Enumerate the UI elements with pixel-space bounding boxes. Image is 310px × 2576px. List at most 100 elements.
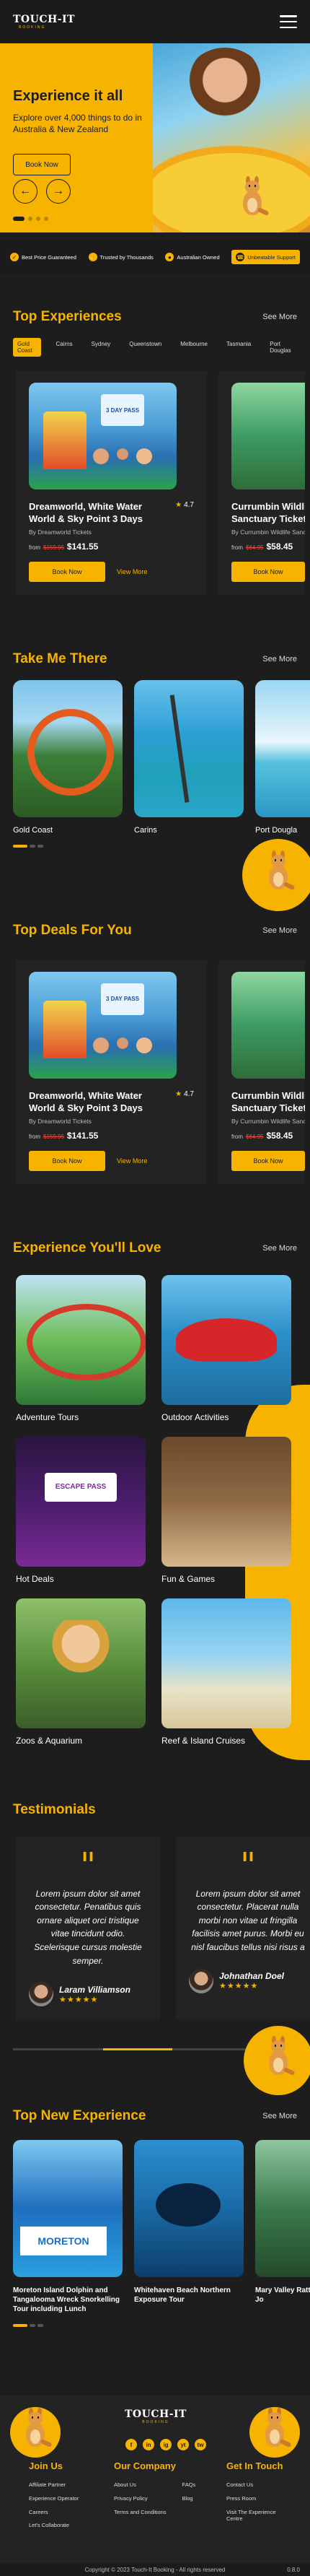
hero-slide-dots	[13, 217, 48, 221]
current-price: $58.45	[266, 541, 293, 552]
slide-dot[interactable]	[13, 217, 25, 221]
category-card[interactable]: Fun & Games	[161, 1436, 291, 1584]
footer-logo[interactable]: TOUCH-IT BOOKING	[120, 2409, 192, 2424]
filter-tab[interactable]: Melbourne	[176, 338, 212, 357]
book-now-button[interactable]: Book Now	[29, 561, 105, 582]
old-price: $159.95	[43, 544, 64, 551]
category-card[interactable]: Hot Deals	[16, 1436, 146, 1584]
copyright-text: Copyright © 2023 Touch-It Booking - All …	[84, 2566, 226, 2573]
see-more-link[interactable]: See More	[262, 313, 297, 321]
footer-link[interactable]: Privacy Policy	[114, 2495, 167, 2502]
footer-link[interactable]: Terms and Conditions	[114, 2509, 167, 2516]
old-price: $159.95	[43, 1133, 64, 1140]
deal-card[interactable]: Currumbin Wildlife Sanctuary Tickets By …	[218, 960, 305, 1184]
new-experience-card[interactable]: Moreton Island Dolphin and Tangalooma Wr…	[13, 2140, 123, 2314]
feature-best-price: ✓ Best Price Guaranteed	[10, 253, 76, 261]
card-title: Dreamworld, White Water World & Sky Poin…	[29, 501, 143, 524]
see-more-link[interactable]: See More	[262, 655, 297, 663]
footer-link[interactable]: Visit The Experience Centre	[226, 2509, 291, 2523]
destination-label: Port Dougla	[255, 825, 298, 835]
destination-image	[134, 679, 244, 817]
card-title-row: Dreamworld, White Water World & Sky Poin…	[29, 501, 194, 526]
card-price-row: from $64.95 $58.45	[231, 541, 305, 552]
footer-link[interactable]: FAQs	[182, 2481, 196, 2489]
filter-tab[interactable]: Cairns	[51, 338, 76, 357]
hero-book-now-button[interactable]: Book Now	[13, 154, 71, 176]
destination-card[interactable]: Carins	[134, 679, 244, 835]
destination-card[interactable]: Port Dougla	[255, 679, 310, 835]
arrow-left-icon[interactable]: ←	[13, 179, 37, 204]
book-now-button[interactable]: Book Now	[231, 1150, 305, 1171]
see-more-link[interactable]: See More	[262, 2112, 297, 2120]
kangaroo-mascot-icon	[225, 173, 280, 228]
hamburger-menu-icon[interactable]	[280, 15, 297, 28]
experience-card[interactable]: 3 DAY PASS Dreamworld, White Water World…	[16, 371, 207, 595]
book-now-button[interactable]: Book Now	[29, 1150, 105, 1171]
deal-cards-row: 3 DAY PASS Dreamworld, White Water World…	[0, 960, 310, 1184]
footer-link[interactable]: Contact Us	[226, 2481, 291, 2489]
footer-link[interactable]: Let's Collaborate	[29, 2522, 79, 2529]
book-now-button[interactable]: Book Now	[231, 561, 305, 582]
category-image	[16, 1436, 146, 1567]
take-me-there-section: Take Me There See More Gold Coast Carins…	[0, 651, 310, 911]
footer-column-title: Join Us	[29, 2460, 63, 2471]
ticket-badge: 3 DAY PASS	[101, 983, 144, 1015]
filter-tab[interactable]: Tasmania	[222, 338, 255, 357]
filter-tab[interactable]: Gold Coast	[13, 338, 42, 357]
filter-tab[interactable]: Port Douglas	[265, 338, 297, 357]
logo[interactable]: TOUCH-IT BOOKING	[13, 14, 75, 30]
filter-tab[interactable]: Sydney	[87, 338, 115, 357]
feature-label: Australian Owned	[177, 253, 220, 261]
footer-link[interactable]: About Us	[114, 2481, 167, 2489]
see-more-link[interactable]: See More	[262, 1244, 297, 1253]
testimonials-row: " Lorem ipsum dolor sit amet consectetur…	[0, 1836, 310, 2020]
slide-dot[interactable]	[44, 217, 48, 221]
logo-name: TOUCH-IT	[13, 14, 75, 25]
footer-link[interactable]: Blog	[182, 2495, 196, 2502]
category-image	[161, 1598, 291, 1728]
feature-trusted: 👍 Trusted by Thousands	[88, 253, 154, 261]
twitter-icon[interactable]: tw	[195, 2439, 206, 2450]
footer-link[interactable]: Press Room	[226, 2495, 291, 2502]
experience-label: Whitehaven Beach Northern Exposure Tour	[134, 2286, 231, 2305]
youtube-icon[interactable]: yt	[177, 2439, 189, 2450]
destination-image	[255, 679, 310, 817]
card-operator: By Currumbin Wildlife Sanctuary	[231, 528, 305, 536]
footer-link[interactable]: Affiliate Partner	[29, 2481, 79, 2489]
footer-link[interactable]: Experience Operator	[29, 2495, 79, 2502]
instagram-icon[interactable]: ig	[160, 2439, 172, 2450]
experience-image	[255, 2140, 310, 2278]
footer-column-join-us: Join Us Affiliate Partner Experience Ope…	[29, 2460, 79, 2536]
experience-category-grid: Adventure Tours Outdoor Activities Hot D…	[0, 1274, 310, 1746]
arrow-right-icon[interactable]: →	[46, 179, 71, 204]
experience-card[interactable]: Currumbin Wildlife Sanctuary Tickets By …	[218, 371, 305, 595]
view-more-link[interactable]: View More	[117, 1157, 147, 1165]
deal-card-image: 3 DAY PASS	[29, 971, 177, 1079]
social-links: f in ig yt tw	[125, 2439, 206, 2450]
slide-dot[interactable]	[36, 217, 40, 221]
card-title: Currumbin Wildlife Sanctuary Tickets	[231, 1089, 305, 1113]
deal-card[interactable]: 3 DAY PASS Dreamworld, White Water World…	[16, 960, 207, 1184]
section-header: Testimonials	[0, 1802, 310, 1818]
category-card[interactable]: Outdoor Activities	[161, 1274, 291, 1422]
view-more-link[interactable]: View More	[117, 568, 147, 575]
rating-value: 4.7	[184, 1089, 194, 1098]
slide-dot[interactable]	[28, 217, 32, 221]
current-price: $141.55	[66, 1130, 99, 1141]
card-title-row: Dreamworld, White Water World & Sky Poin…	[29, 1090, 194, 1115]
category-card[interactable]: Adventure Tours	[16, 1274, 146, 1422]
logo-name: TOUCH-IT	[125, 2409, 187, 2420]
see-more-link[interactable]: See More	[262, 926, 297, 935]
new-experience-card[interactable]: Mary Valley Ratt Railway Tram Jo	[255, 2140, 310, 2314]
footer-link[interactable]: Careers	[29, 2509, 79, 2516]
linkedin-icon[interactable]: in	[143, 2439, 154, 2450]
filter-tab[interactable]: Queenstown	[125, 338, 166, 357]
author-name: Laram Villiamson	[59, 1984, 130, 1995]
destination-card[interactable]: Gold Coast	[13, 679, 123, 835]
old-price: $64.95	[246, 1133, 264, 1140]
new-experience-card[interactable]: Whitehaven Beach Northern Exposure Tour	[134, 2140, 244, 2314]
facebook-icon[interactable]: f	[125, 2439, 137, 2450]
category-label: Reef & Island Cruises	[161, 1735, 246, 1746]
category-card[interactable]: Zoos & Aquarium	[16, 1598, 146, 1746]
category-card[interactable]: Reef & Island Cruises	[161, 1598, 291, 1746]
